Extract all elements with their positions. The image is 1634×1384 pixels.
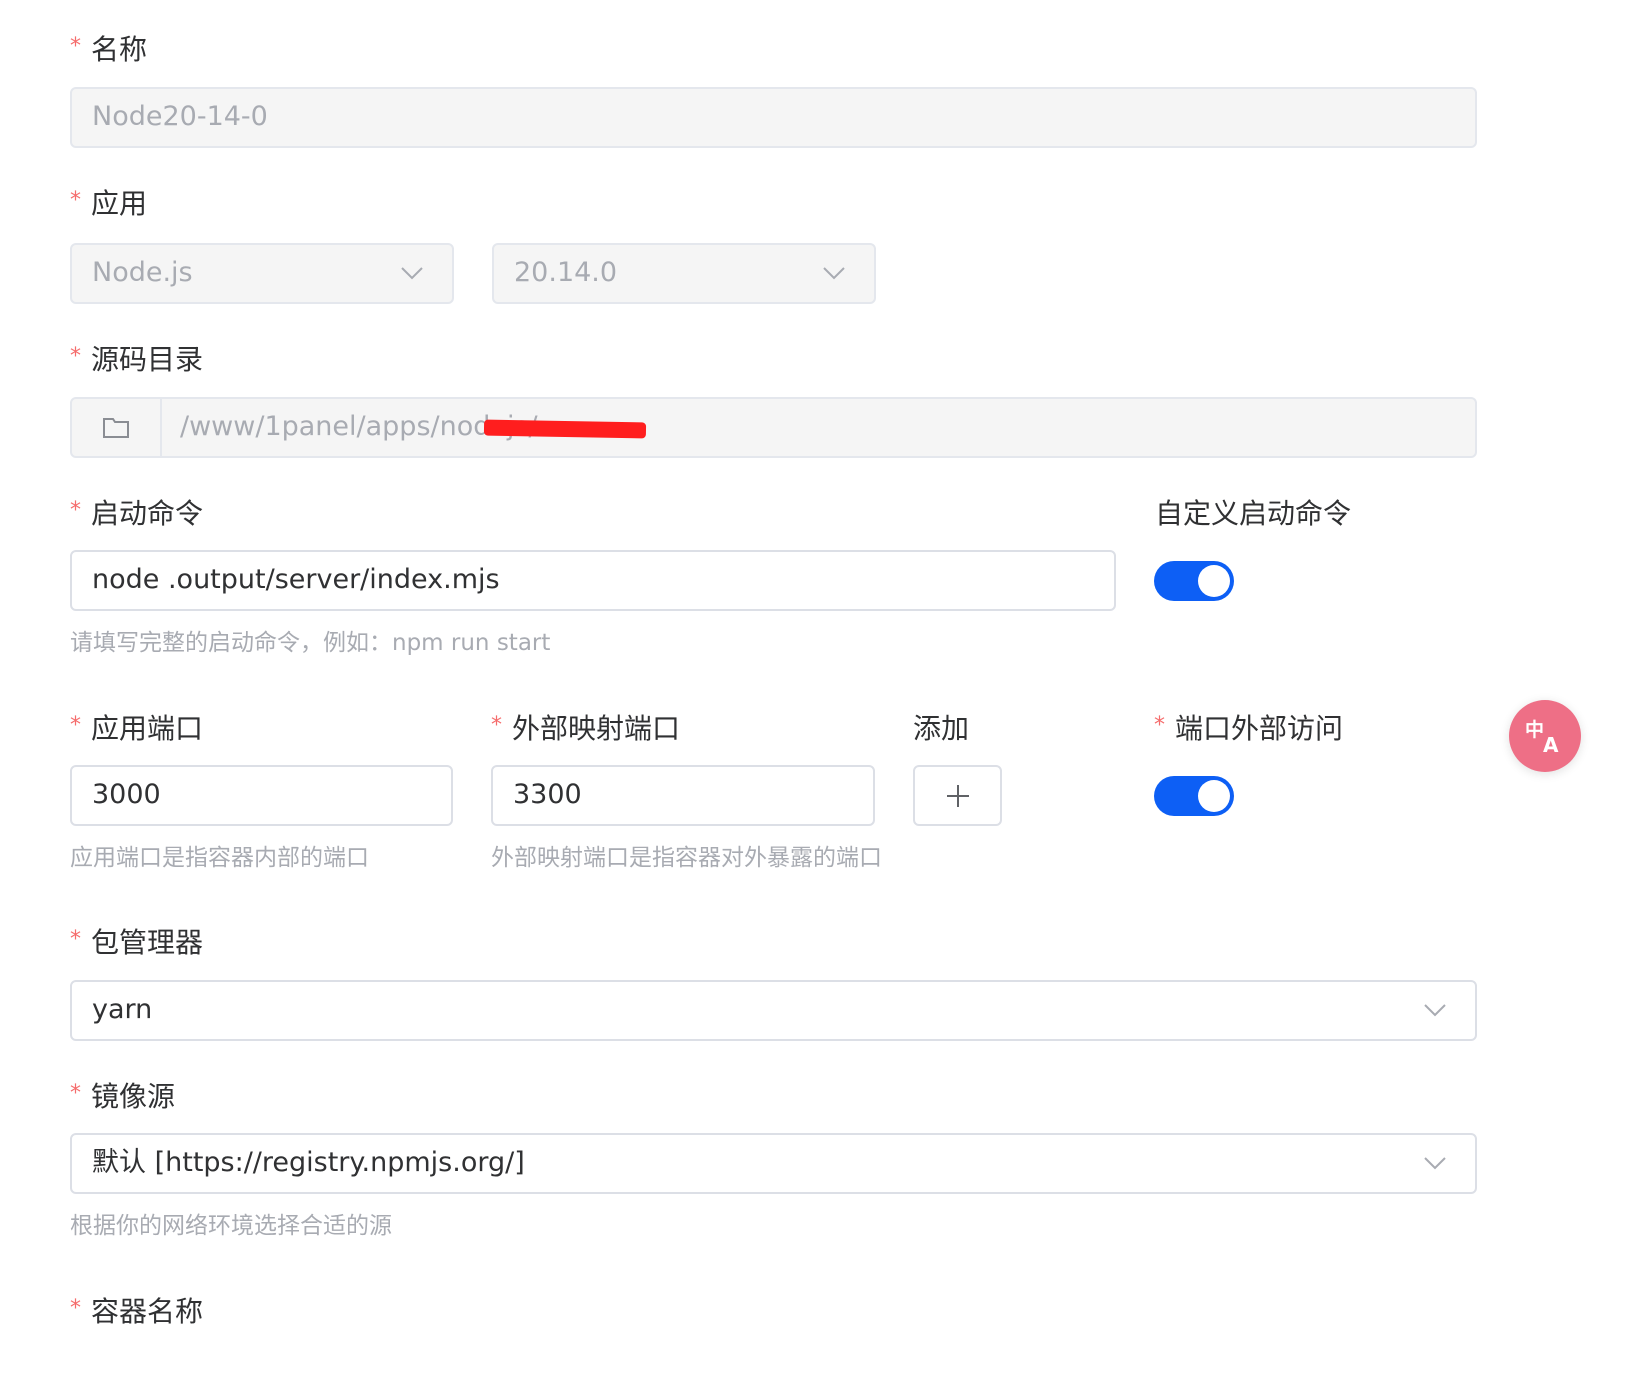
app-label: * 应用 (70, 187, 148, 220)
ext-port-input[interactable]: 3300 (491, 765, 875, 826)
package-manager-label: * 包管理器 (70, 926, 204, 959)
switch-knob (1198, 780, 1230, 812)
switch-knob (1198, 565, 1230, 597)
start-cmd-input[interactable]: node .output/server/index.mjs (70, 550, 1116, 611)
folder-button[interactable] (72, 399, 162, 456)
container-name-label: * 容器名称 (70, 1295, 204, 1328)
app-port-label: * 应用端口 (70, 712, 204, 745)
app-port-input[interactable]: 3000 (70, 765, 453, 826)
add-port-button[interactable] (913, 765, 1002, 826)
translate-icon: 中 A (1525, 718, 1559, 756)
mirror-help: 根据你的网络环境选择合适的源 (70, 1213, 392, 1239)
mirror-label: * 镜像源 (70, 1080, 176, 1113)
add-port-label: 添加 (913, 712, 970, 745)
folder-icon (103, 418, 129, 438)
svg-text:A: A (1543, 733, 1559, 756)
external-access-switch[interactable] (1154, 776, 1234, 816)
version-select[interactable]: 20.14.0 (492, 243, 876, 304)
required-mark: * (491, 713, 502, 738)
chevron-down-icon (1424, 1157, 1446, 1170)
source-dir-label: * 源码目录 (70, 343, 204, 376)
required-mark: * (70, 1081, 81, 1106)
chevron-down-icon (823, 267, 845, 280)
package-manager-select[interactable]: yarn (70, 980, 1477, 1041)
ext-port-help: 外部映射端口是指容器对外暴露的端口 (491, 845, 882, 871)
name-label: * 名称 (70, 33, 148, 66)
custom-start-cmd-switch[interactable] (1154, 561, 1234, 601)
required-mark: * (70, 927, 81, 952)
chevron-down-icon (1424, 1004, 1446, 1017)
required-mark: * (70, 498, 81, 523)
runtime-select[interactable]: Node.js (70, 243, 454, 304)
translate-button[interactable]: 中 A (1509, 700, 1581, 772)
ext-port-label: * 外部映射端口 (491, 712, 681, 745)
app-port-help: 应用端口是指容器内部的端口 (70, 845, 369, 871)
plus-icon (947, 785, 969, 807)
start-cmd-help: 请填写完整的启动命令，例如：npm run start (70, 630, 551, 656)
name-input[interactable]: Node20-14-0 (70, 87, 1477, 148)
redaction-mark (483, 419, 647, 439)
required-mark: * (70, 34, 81, 59)
custom-start-cmd-label: 自定义启动命令 (1155, 497, 1352, 530)
required-mark: * (70, 344, 81, 369)
start-cmd-label: * 启动命令 (70, 497, 204, 530)
external-access-label: * 端口外部访问 (1154, 712, 1344, 745)
required-mark: * (70, 1296, 81, 1321)
chevron-down-icon (401, 267, 423, 280)
svg-text:中: 中 (1525, 718, 1544, 741)
required-mark: * (70, 188, 81, 213)
source-dir-input[interactable]: /www/1panel/apps/nodejs/ (70, 397, 1477, 458)
required-mark: * (1154, 713, 1165, 738)
required-mark: * (70, 713, 81, 738)
mirror-select[interactable]: 默认 [https://registry.npmjs.org/] (70, 1133, 1477, 1194)
